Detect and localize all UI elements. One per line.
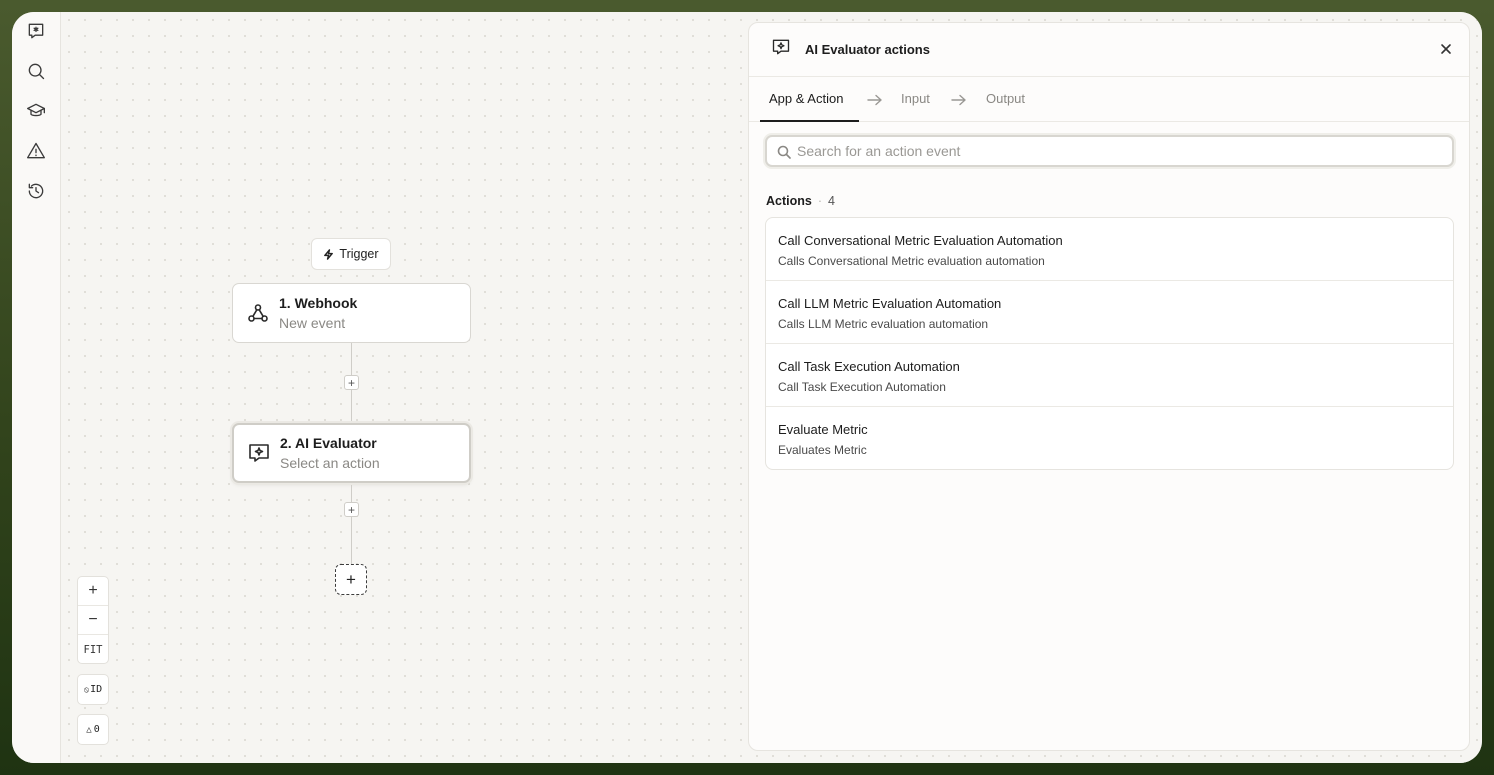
action-title: Evaluate Metric bbox=[778, 422, 868, 437]
trigger-label: Trigger bbox=[339, 247, 379, 261]
list-item[interactable]: Call Task Execution Automation Call Task… bbox=[766, 344, 1453, 407]
node-title: 2. AI Evaluator bbox=[280, 435, 377, 451]
webhook-icon bbox=[245, 300, 271, 326]
tab-app-action[interactable]: App & Action bbox=[769, 91, 843, 106]
actions-count: 4 bbox=[828, 194, 835, 208]
actions-label: Actions bbox=[766, 194, 812, 208]
list-item[interactable]: Evaluate Metric Evaluates Metric bbox=[766, 407, 1453, 469]
ai-evaluator-node[interactable]: 2. AI Evaluator Select an action bbox=[232, 423, 471, 483]
node-subtitle: Select an action bbox=[280, 455, 380, 471]
actions-panel: AI Evaluator actions App & Action Input … bbox=[748, 22, 1470, 751]
action-title: Call Conversational Metric Evaluation Au… bbox=[778, 233, 1063, 248]
app-window: Trigger 1. Webhook New event + 2. AI Eva… bbox=[12, 12, 1482, 763]
arrow-right-icon bbox=[867, 93, 883, 106]
list-item[interactable]: Call LLM Metric Evaluation Automation Ca… bbox=[766, 281, 1453, 344]
panel-title: AI Evaluator actions bbox=[805, 42, 930, 57]
step-tabs: App & Action Input Output bbox=[749, 77, 1469, 122]
tab-output[interactable]: Output bbox=[986, 91, 1025, 106]
webhook-node[interactable]: 1. Webhook New event bbox=[232, 283, 471, 343]
connector-line bbox=[351, 485, 352, 564]
search-input[interactable] bbox=[797, 137, 1437, 165]
ai-evaluator-icon bbox=[771, 37, 791, 62]
warning-icon[interactable] bbox=[25, 140, 47, 162]
history-icon[interactable] bbox=[25, 180, 47, 202]
warnings-count: 0 bbox=[93, 724, 100, 735]
action-description: Evaluates Metric bbox=[778, 443, 867, 457]
action-title: Call Task Execution Automation bbox=[778, 359, 960, 374]
sidebar bbox=[12, 12, 61, 763]
trigger-badge[interactable]: Trigger bbox=[311, 238, 391, 270]
action-title: Call LLM Metric Evaluation Automation bbox=[778, 296, 1002, 311]
action-description: Calls LLM Metric evaluation automation bbox=[778, 317, 989, 331]
zoom-out-button[interactable]: − bbox=[78, 606, 108, 635]
action-description: Calls Conversational Metric evaluation a… bbox=[778, 254, 1045, 268]
lightning-icon bbox=[324, 248, 334, 260]
search-icon[interactable] bbox=[25, 60, 47, 82]
warning-small-icon: △ bbox=[86, 724, 92, 735]
id-toggle-button[interactable]: ⦸ ID bbox=[77, 674, 109, 705]
list-item[interactable]: Call Conversational Metric Evaluation Au… bbox=[766, 218, 1453, 281]
zoom-controls: + − FIT bbox=[77, 576, 109, 664]
ai-evaluator-icon bbox=[246, 440, 272, 466]
graduation-cap-icon[interactable] bbox=[25, 100, 47, 122]
action-list: Call Conversational Metric Evaluation Au… bbox=[765, 217, 1454, 470]
node-title: 1. Webhook bbox=[279, 295, 358, 311]
action-description: Call Task Execution Automation bbox=[778, 380, 946, 394]
panel-header: AI Evaluator actions bbox=[749, 23, 1469, 77]
action-search[interactable] bbox=[765, 135, 1454, 167]
id-toggle-label: ID bbox=[90, 684, 103, 695]
actions-heading: Actions · 4 bbox=[766, 194, 835, 208]
fit-view-button[interactable]: FIT bbox=[78, 635, 108, 664]
close-icon[interactable] bbox=[1439, 42, 1453, 56]
warnings-button[interactable]: △ 0 bbox=[77, 714, 109, 745]
logo-chat-icon[interactable] bbox=[25, 20, 47, 42]
tab-input[interactable]: Input bbox=[901, 91, 930, 106]
insert-step-button[interactable]: + bbox=[344, 502, 359, 517]
add-step-button[interactable]: + bbox=[335, 564, 367, 595]
arrow-right-icon bbox=[951, 93, 967, 106]
active-tab-indicator bbox=[760, 120, 859, 122]
zoom-in-button[interactable]: + bbox=[78, 577, 108, 606]
eye-off-icon: ⦸ bbox=[83, 684, 90, 694]
search-icon bbox=[777, 145, 791, 159]
insert-step-button[interactable]: + bbox=[344, 375, 359, 390]
node-subtitle: New event bbox=[279, 315, 346, 331]
